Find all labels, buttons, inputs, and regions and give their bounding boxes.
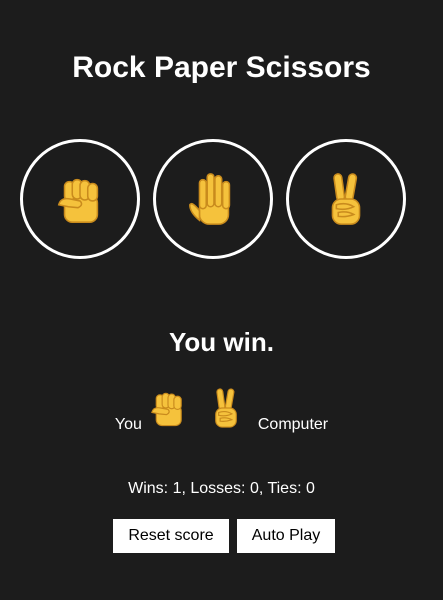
scissors-button[interactable] (286, 139, 406, 259)
moves-display: You Computer (0, 376, 443, 436)
move-buttons (20, 139, 406, 259)
raised-fist-icon (151, 392, 182, 427)
game-page: Rock Paper Scissors You win. You Compute… (0, 0, 443, 600)
reset-score-button[interactable]: Reset score (113, 519, 229, 553)
you-label: You (114, 416, 142, 433)
result-text: You win. (169, 327, 274, 357)
page-title: Rock Paper Scissors (72, 51, 371, 84)
auto-play-button[interactable]: Auto Play (237, 519, 335, 553)
paper-button[interactable] (153, 139, 273, 259)
score-text: Wins: 1, Losses: 0, Ties: 0 (128, 480, 315, 497)
control-buttons: Reset score Auto Play (113, 519, 335, 553)
computer-label: Computer (257, 416, 329, 433)
raised-hand-icon (189, 173, 231, 225)
player-move (146, 380, 190, 436)
computer-move (204, 380, 248, 436)
raised-fist-icon (57, 178, 99, 223)
victory-hand-icon (331, 173, 361, 225)
rock-button[interactable] (20, 139, 140, 259)
victory-hand-icon (215, 388, 237, 428)
